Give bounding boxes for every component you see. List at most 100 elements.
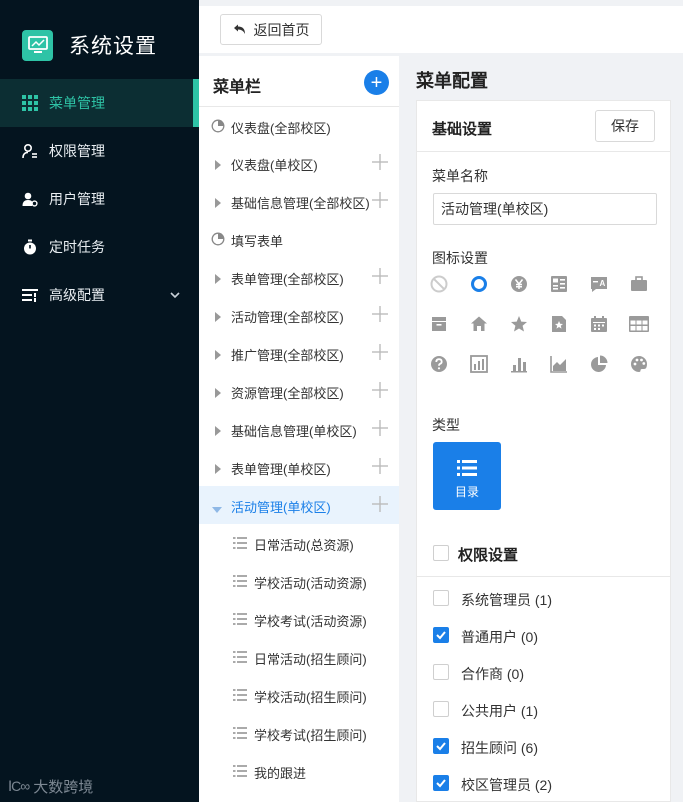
role-label: 校区管理员 (2) [461,777,552,793]
caret-right-icon [214,158,222,173]
menu-tree-subitem[interactable]: 日常活动(总资源) [199,524,399,562]
caret-right-icon [214,196,222,211]
basic-settings-card: 基础设置 保存 菜单名称 图标设置 A 类型 目录 权限设置 系统管理员 (1)… [416,100,671,802]
pie-chart-icon[interactable] [587,352,611,376]
chevron-down-icon[interactable] [169,288,181,304]
type-directory-tile[interactable]: 目录 [433,442,501,510]
report-icon[interactable] [547,272,571,296]
permission-select-all-checkbox[interactable] [433,545,449,561]
circle-icon[interactable] [467,272,491,296]
menu-tree-item[interactable]: 填写表单 [199,220,399,258]
menu-tree-item[interactable]: 基础信息管理(单校区) [199,410,399,448]
menu-tree-subitem[interactable]: 学校活动(招生顾问) [199,676,399,714]
sidebar-item-advanced[interactable]: 高级配置 [0,271,199,319]
menu-tree-item-label: 学校考试(招生顾问) [254,728,367,743]
sidebar-item-scheduled-tasks[interactable]: 定时任务 [0,223,199,271]
palette-icon[interactable] [627,352,651,376]
list-icon [233,689,247,704]
menu-tree-item-label: 基础信息管理(全部校区) [231,196,370,211]
caret-right-icon [214,310,222,325]
building-chart-icon[interactable] [467,352,491,376]
ban-icon[interactable] [427,272,451,296]
menu-tree-item[interactable]: 仪表盘(单校区) [199,144,399,182]
role-label: 普通用户 (0) [461,629,538,645]
sidebar-item-users[interactable]: 用户管理 [0,175,199,223]
role-row: 公共用户 (1) [417,691,670,728]
menu-tree-panel: 菜单栏 + 仪表盘(全部校区) 仪表盘(单校区) 基础信息管理(全部校区) 填写表单表… [199,56,399,802]
footer-logo: ⅠC∞ 大数跨境 [8,776,93,797]
menu-name-input[interactable] [433,193,657,225]
menu-tree-header: 菜单栏 + [199,56,399,107]
menu-tree-item[interactable]: 表单管理(单校区) [199,448,399,486]
add-child-icon[interactable] [372,382,388,398]
sliders-icon [21,286,39,304]
menu-tree-item-label: 活动管理(单校区) [231,500,331,515]
role-label: 系统管理员 (1) [461,592,552,608]
menu-tree-subitem[interactable]: 日常活动(招生顾问) [199,638,399,676]
menu-tree-item-label: 基础信息管理(单校区) [231,424,357,439]
role-row: 招生顾问 (6) [417,728,670,765]
menu-tree-item[interactable]: 仪表盘(全部校区) [199,107,399,145]
menu-tree-subitem[interactable]: 我的跟进 [199,752,399,790]
menu-name-label: 菜单名称 [432,168,488,184]
menu-tree-subitem[interactable]: 学校活动(活动资源) [199,562,399,600]
translate-icon[interactable]: A [587,272,611,296]
role-label: 合作商 (0) [461,666,524,682]
yen-icon[interactable] [507,272,531,296]
sidebar-item-menu[interactable]: 菜单管理 [0,79,199,127]
list-icon [233,765,247,780]
add-child-icon[interactable] [372,306,388,322]
menu-tree-title: 菜单栏 [213,79,262,96]
archive-icon[interactable] [427,312,451,336]
add-child-icon[interactable] [372,458,388,474]
bar-chart-icon[interactable] [507,352,531,376]
back-home-button[interactable]: 返回首页 [220,14,322,45]
table-icon[interactable] [627,312,651,336]
role-label: 招生顾问 (6) [461,740,538,756]
menu-tree-item[interactable]: 基础信息管理(全部校区) [199,182,399,220]
list-icon [233,537,247,552]
menu-tree-subitem[interactable]: 学校考试(活动资源) [199,600,399,638]
role-row: 普通用户 (0) [417,617,670,654]
sidebar-item-permissions[interactable]: 权限管理 [0,127,199,175]
role-checkbox[interactable] [433,664,449,680]
menu-tree-item-label: 表单管理(单校区) [231,462,331,477]
role-checkbox[interactable] [433,590,449,606]
menu-tree-item[interactable]: 推广管理(全部校区) [199,334,399,372]
menu-tree-item[interactable]: 活动管理(全部校区) [199,296,399,334]
add-child-icon[interactable] [372,496,388,512]
add-child-icon[interactable] [372,420,388,436]
menu-tree-item[interactable]: 表单管理(全部校区) [199,258,399,296]
role-checkbox[interactable] [433,701,449,717]
save-button[interactable]: 保存 [595,110,655,142]
sidebar-item-label: 权限管理 [49,143,105,159]
list-icon [233,613,247,628]
menu-tree-item[interactable]: 资源管理(全部校区) [199,372,399,410]
file-star-icon[interactable] [547,312,571,336]
add-child-icon[interactable] [372,154,388,170]
area-chart-icon[interactable] [547,352,571,376]
add-child-icon[interactable] [372,268,388,284]
role-row: 校区管理员 (2) [417,765,670,801]
add-child-icon[interactable] [372,344,388,360]
add-child-icon[interactable] [372,192,388,208]
star-icon[interactable] [507,312,531,336]
briefcase-icon[interactable] [627,272,651,296]
home-icon[interactable] [467,312,491,336]
return-arrow-icon [233,22,246,38]
menu-tree-item-label: 学校活动(招生顾问) [254,690,367,705]
menu-tree-subitem[interactable]: 学校考试(招生顾问) [199,714,399,752]
permission-header: 权限设置 [417,531,670,577]
add-menu-button[interactable]: + [364,70,389,95]
check-icon [436,742,446,751]
menu-tree-item[interactable]: 活动管理(单校区) [199,486,399,524]
monitor-icon [22,29,53,61]
menu-tree-item-label: 表单管理(全部校区) [231,272,344,287]
role-checkbox[interactable] [433,738,449,754]
role-checkbox[interactable] [433,627,449,643]
menu-tree-item-label: 填写表单 [231,234,284,249]
sidebar-nav: 菜单管理 权限管理 用户管理 定时任务 高级配置 [0,79,199,319]
calendar-icon[interactable] [587,312,611,336]
question-icon[interactable] [427,352,451,376]
role-checkbox[interactable] [433,775,449,791]
